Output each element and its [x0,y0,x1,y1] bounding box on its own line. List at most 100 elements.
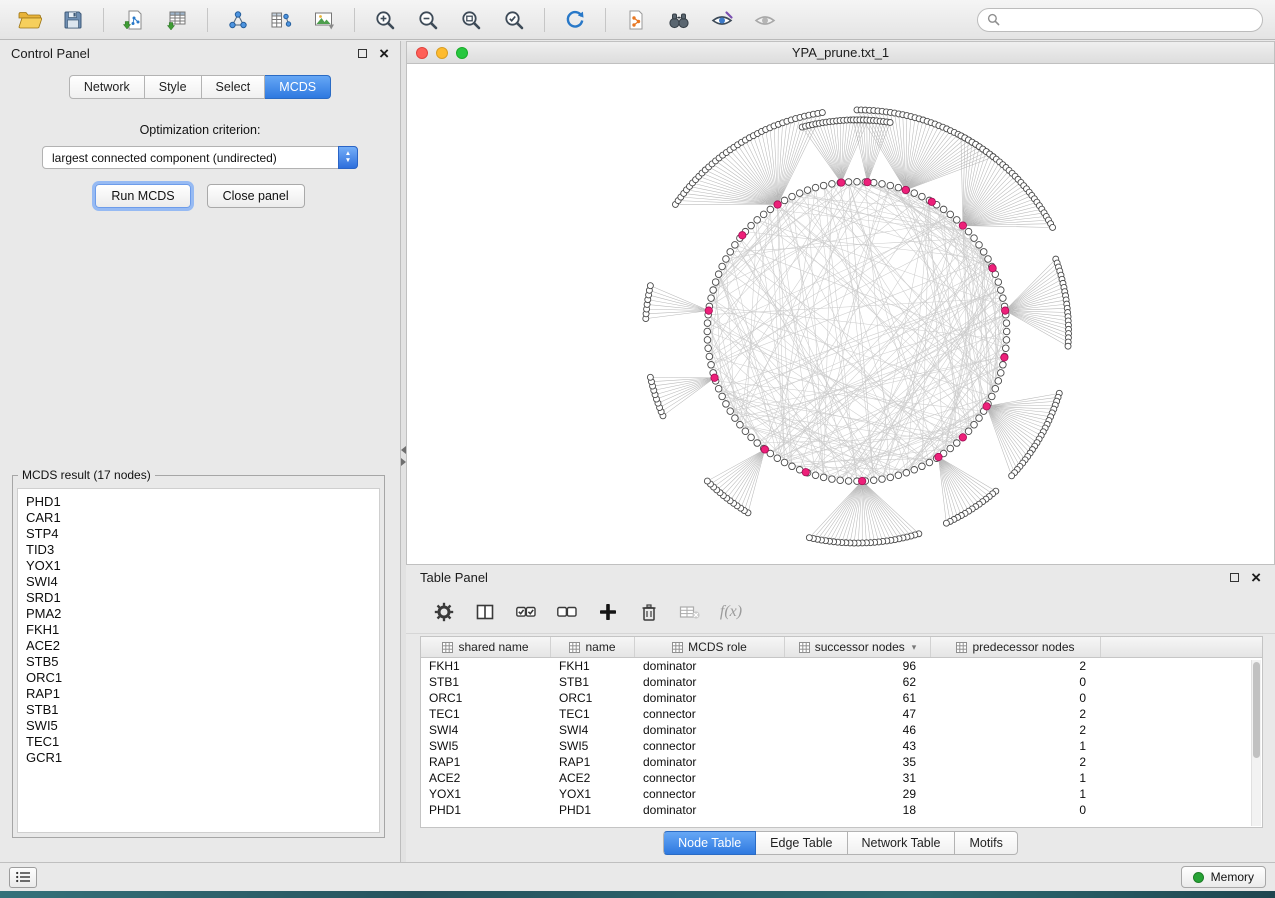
column-header-shared-name[interactable]: shared name [421,637,551,657]
column-header-name[interactable]: name [551,637,635,657]
network-graph[interactable] [407,64,1274,564]
run-mcds-button[interactable]: Run MCDS [95,184,190,208]
new-network-button[interactable] [220,5,256,35]
cell[interactable]: 46 [785,722,931,738]
delete-table-button[interactable] [678,600,702,624]
cell[interactable]: dominator [635,754,785,770]
export-image-button[interactable] [306,5,342,35]
show-column-button[interactable] [473,600,497,624]
cell[interactable]: 35 [785,754,931,770]
unselect-all-button[interactable] [555,600,579,624]
cell[interactable]: 1 [931,786,1101,802]
cell[interactable]: ORC1 [421,690,551,706]
float-window-icon[interactable] [1230,573,1239,582]
cell[interactable]: dominator [635,674,785,690]
mcds-result-item[interactable]: ORC1 [26,670,379,686]
share-document-button[interactable] [618,5,654,35]
apply-layout-button[interactable] [557,5,593,35]
cell[interactable]: 18 [785,802,931,818]
column-header-predecessor-nodes[interactable]: predecessor nodes [931,637,1101,657]
minimize-window-icon[interactable] [436,47,448,59]
cell[interactable]: TEC1 [551,706,635,722]
cell[interactable]: RAP1 [421,754,551,770]
cell[interactable]: 31 [785,770,931,786]
cell[interactable]: 47 [785,706,931,722]
cell[interactable]: 2 [931,754,1101,770]
cell[interactable]: ORC1 [551,690,635,706]
mcds-result-item[interactable]: PMA2 [26,606,379,622]
network-canvas[interactable] [407,64,1274,564]
cell[interactable]: dominator [635,802,785,818]
cell[interactable]: 62 [785,674,931,690]
save-session-button[interactable] [55,5,91,35]
cell[interactable]: SWI4 [421,722,551,738]
tab-motifs[interactable]: Motifs [955,831,1017,855]
table-row[interactable]: RAP1RAP1dominator352 [421,754,1262,770]
cell[interactable]: PHD1 [551,802,635,818]
float-window-icon[interactable] [358,49,367,58]
mcds-result-item[interactable]: TEC1 [26,734,379,750]
network-frame-titlebar[interactable]: YPA_prune.txt_1 [407,42,1274,64]
table-row[interactable]: ORC1ORC1dominator610 [421,690,1262,706]
cell[interactable]: connector [635,770,785,786]
cell[interactable]: 0 [931,802,1101,818]
cell[interactable]: 1 [931,770,1101,786]
tab-network[interactable]: Network [69,75,145,99]
mcds-result-item[interactable]: RAP1 [26,686,379,702]
tab-network-table[interactable]: Network Table [848,831,956,855]
cell[interactable]: connector [635,738,785,754]
close-panel-button[interactable]: Close panel [207,184,305,208]
cell[interactable]: 61 [785,690,931,706]
memory-button[interactable]: Memory [1181,866,1266,888]
cell[interactable]: 2 [931,706,1101,722]
column-header-successor-nodes[interactable]: successor nodes▾ [785,637,931,657]
table-row[interactable]: FKH1FKH1dominator962 [421,658,1262,674]
table-row[interactable]: TEC1TEC1connector472 [421,706,1262,722]
import-table-file-button[interactable] [159,5,195,35]
cell[interactable]: 0 [931,690,1101,706]
new-network-table-button[interactable] [263,5,299,35]
cell[interactable]: TEC1 [421,706,551,722]
function-builder-button[interactable]: f(x) [719,600,743,624]
tab-mcds[interactable]: MCDS [265,75,331,99]
mcds-result-item[interactable]: SWI4 [26,574,379,590]
cell[interactable]: dominator [635,722,785,738]
scrollbar-thumb[interactable] [1253,662,1260,758]
cell[interactable]: SWI5 [421,738,551,754]
table-row[interactable]: SWI4SWI4dominator462 [421,722,1262,738]
cell[interactable]: dominator [635,690,785,706]
table-scrollbar[interactable] [1251,660,1261,826]
table-row[interactable]: YOX1YOX1connector291 [421,786,1262,802]
cell[interactable]: 1 [931,738,1101,754]
cell[interactable]: 29 [785,786,931,802]
tab-style[interactable]: Style [145,75,202,99]
table-row[interactable]: SWI5SWI5connector431 [421,738,1262,754]
table-row[interactable]: PHD1PHD1dominator180 [421,802,1262,818]
hide-graphics-details-button[interactable] [747,5,783,35]
close-panel-icon[interactable]: × [1251,572,1261,584]
table-settings-button[interactable] [432,600,456,624]
cell[interactable]: FKH1 [551,658,635,674]
mcds-result-item[interactable]: GCR1 [26,750,379,766]
mcds-result-item[interactable]: SRD1 [26,590,379,606]
cell[interactable]: PHD1 [421,802,551,818]
cell[interactable]: dominator [635,658,785,674]
show-graphics-details-button[interactable] [704,5,740,35]
search-network-button[interactable] [661,5,697,35]
cell[interactable]: YOX1 [551,786,635,802]
zoom-out-button[interactable] [410,5,446,35]
tab-select[interactable]: Select [202,75,266,99]
cell[interactable]: 43 [785,738,931,754]
table-row[interactable]: ACE2ACE2connector311 [421,770,1262,786]
open-file-button[interactable] [12,5,48,35]
cell[interactable]: STB1 [421,674,551,690]
mcds-result-item[interactable]: STB1 [26,702,379,718]
status-menu-button[interactable] [9,867,37,888]
cell[interactable]: YOX1 [421,786,551,802]
cell[interactable]: ACE2 [551,770,635,786]
import-network-file-button[interactable] [116,5,152,35]
cell[interactable]: connector [635,786,785,802]
close-panel-icon[interactable]: × [379,48,389,60]
cell[interactable]: ACE2 [421,770,551,786]
mcds-result-item[interactable]: PHD1 [26,494,379,510]
